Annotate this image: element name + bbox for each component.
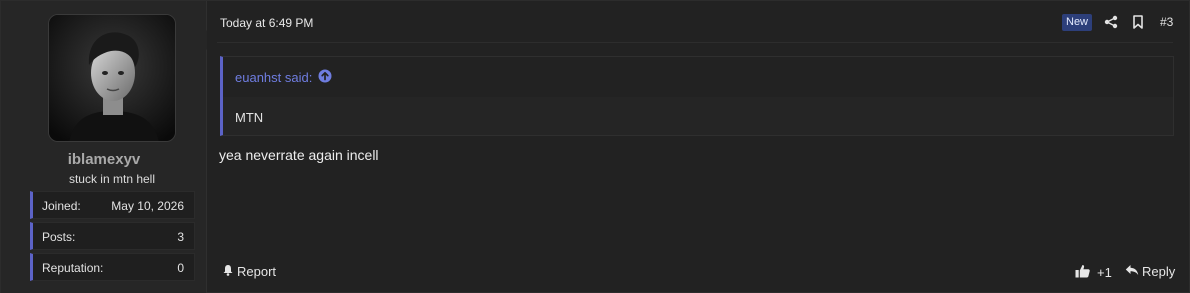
share-icon[interactable] bbox=[1103, 13, 1119, 31]
forum-post: iblamexyv stuck in mtn hell Joined: May … bbox=[0, 0, 1190, 293]
quote-block: euanhst said: MTN bbox=[220, 56, 1174, 136]
avatar-image bbox=[49, 15, 175, 141]
user-title: stuck in mtn hell bbox=[68, 172, 156, 186]
stat-reputation: Reputation: 0 bbox=[30, 253, 195, 281]
quote-author-link[interactable]: euanhst said: bbox=[235, 69, 332, 86]
avatar[interactable] bbox=[48, 14, 176, 142]
like-button[interactable]: +1 bbox=[1075, 264, 1112, 281]
message-pointer bbox=[197, 30, 207, 50]
arrow-up-circle-icon bbox=[318, 69, 332, 86]
stat-label: Reputation: bbox=[42, 261, 104, 275]
stat-label: Posts: bbox=[42, 230, 76, 244]
new-badge: New bbox=[1062, 14, 1093, 31]
bookmark-icon[interactable] bbox=[1130, 13, 1146, 31]
report-label: Report bbox=[237, 264, 277, 279]
username[interactable]: iblamexyv bbox=[1, 151, 207, 168]
stat-value: May 10, 2026 bbox=[111, 199, 184, 213]
stat-value: 0 bbox=[177, 261, 184, 275]
stat-value: 3 bbox=[177, 230, 184, 244]
quote-body: MTN bbox=[235, 110, 264, 125]
like-count: +1 bbox=[1097, 265, 1112, 280]
thumbs-up-icon bbox=[1075, 264, 1091, 281]
reply-label: Reply bbox=[1142, 264, 1176, 279]
quote-author-label: euanhst said: bbox=[235, 70, 313, 85]
header-divider bbox=[217, 42, 1173, 43]
reply-button[interactable]: Reply bbox=[1125, 264, 1175, 279]
post-number-link[interactable]: #3 bbox=[1160, 15, 1173, 29]
reply-icon bbox=[1125, 264, 1139, 279]
stat-posts: Posts: 3 bbox=[30, 222, 195, 250]
stat-joined: Joined: May 10, 2026 bbox=[30, 191, 195, 219]
stat-label: Joined: bbox=[42, 199, 81, 213]
report-button[interactable]: Report bbox=[222, 264, 276, 279]
user-info-panel: iblamexyv stuck in mtn hell Joined: May … bbox=[1, 1, 207, 293]
message-body: yea neverrate again incell bbox=[219, 147, 379, 163]
post-timestamp[interactable]: Today at 6:49 PM bbox=[220, 16, 313, 30]
bell-icon bbox=[222, 264, 234, 279]
quote-header: euanhst said: bbox=[223, 57, 1173, 97]
